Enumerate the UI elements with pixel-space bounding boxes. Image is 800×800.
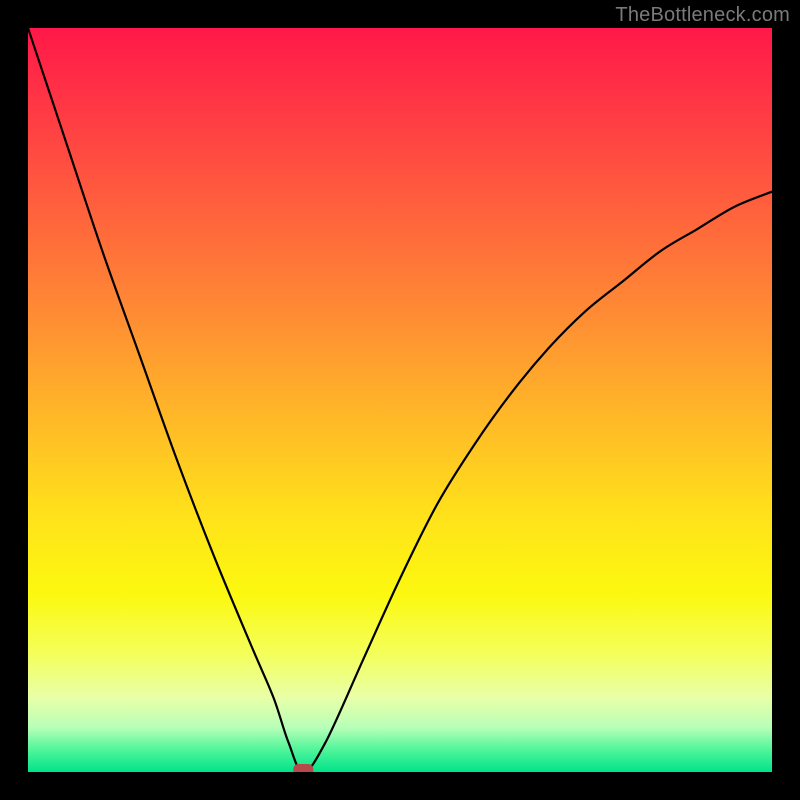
- chart-frame: TheBottleneck.com: [0, 0, 800, 800]
- bottleneck-curve: [28, 28, 772, 772]
- curve-svg: [28, 28, 772, 772]
- watermark-text: TheBottleneck.com: [615, 4, 790, 27]
- plot-area: [28, 28, 772, 772]
- optimal-point-marker: [293, 764, 313, 772]
